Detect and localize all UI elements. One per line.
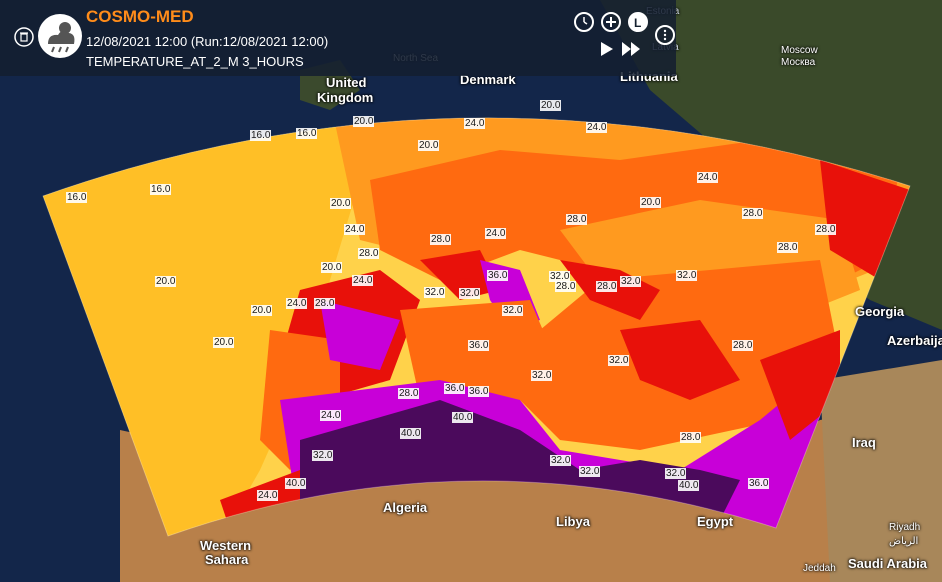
contour-label: 28.0 <box>358 248 380 259</box>
contour-label: 28.0 <box>430 234 452 245</box>
contour-label: 16.0 <box>150 184 172 195</box>
map-label: Algeria <box>383 500 428 515</box>
info-icon[interactable] <box>655 25 675 45</box>
contour-label: 32.0 <box>579 466 601 477</box>
forecast-info-panel: COSMO-MED 12/08/2021 12:00 (Run:12/08/20… <box>0 0 676 76</box>
contour-label: 32.0 <box>676 270 698 281</box>
contour-label: 32.0 <box>459 288 481 299</box>
contour-label: 28.0 <box>555 281 577 292</box>
contour-label: 24.0 <box>344 224 366 235</box>
map-label: Riyadh <box>889 522 921 533</box>
fast-forward-icon[interactable] <box>621 41 641 62</box>
clock-icon[interactable] <box>574 12 594 32</box>
contour-label: 32.0 <box>424 287 446 298</box>
contour-label: 24.0 <box>464 118 486 129</box>
map-label: Jeddah <box>803 563 836 574</box>
contour-label: 32.0 <box>550 455 572 466</box>
svg-text:L: L <box>634 16 641 30</box>
forecast-layer-name: TEMPERATURE_AT_2_M 3_HOURS <box>86 54 304 69</box>
contour-label: 24.0 <box>320 410 342 421</box>
map-label: Libya <box>556 514 590 529</box>
map-label: Western <box>200 538 252 553</box>
contour-label: 20.0 <box>330 198 352 209</box>
contour-label: 24.0 <box>286 298 308 309</box>
contour-label: 28.0 <box>596 281 618 292</box>
contour-label: 20.0 <box>251 305 273 316</box>
map-label: Azerbaija <box>887 333 942 348</box>
contour-label: 28.0 <box>398 388 420 399</box>
contour-label: 20.0 <box>418 140 440 151</box>
zoom-in-icon[interactable] <box>601 12 621 32</box>
contour-label: 24.0 <box>697 172 719 183</box>
land-middle-east <box>820 360 942 582</box>
map-label: United <box>326 75 367 90</box>
contour-label: 36.0 <box>487 270 509 281</box>
contour-label: 32.0 <box>665 468 687 479</box>
contour-label: 36.0 <box>748 478 770 489</box>
play-icon[interactable] <box>599 41 615 62</box>
contour-label: 32.0 <box>312 450 334 461</box>
forecast-datetime: 12/08/2021 12:00 (Run:12/08/2021 12:00) <box>86 34 329 49</box>
contour-label: 32.0 <box>549 271 571 282</box>
contour-label: 36.0 <box>468 340 490 351</box>
contour-label: 24.0 <box>257 490 279 501</box>
contour-label: 28.0 <box>777 242 799 253</box>
legend-icon[interactable]: L <box>628 12 648 32</box>
map-label: Москва <box>781 57 816 68</box>
contour-label: 28.0 <box>742 208 764 219</box>
contour-label: 20.0 <box>540 100 562 111</box>
map-label: الرياض <box>889 536 919 547</box>
contour-label: 28.0 <box>680 432 702 443</box>
contour-label: 32.0 <box>502 305 524 316</box>
contour-label: 24.0 <box>352 275 374 286</box>
model-title: COSMO-MED <box>86 7 194 26</box>
map-label: Saudi Arabia <box>848 556 927 571</box>
contour-label: 20.0 <box>155 276 177 287</box>
contour-label: 16.0 <box>296 128 318 139</box>
contour-label: 32.0 <box>531 370 553 381</box>
contour-label: 40.0 <box>452 412 474 423</box>
contour-label: 28.0 <box>566 214 588 225</box>
map-label: Kingdom <box>317 90 374 105</box>
contour-label: 32.0 <box>608 355 630 366</box>
contour-label: 24.0 <box>485 228 507 239</box>
map-label: Moscow <box>781 45 818 56</box>
contour-label: 36.0 <box>444 383 466 394</box>
contour-label: 40.0 <box>678 480 700 491</box>
contour-label: 32.0 <box>620 276 642 287</box>
contour-label: 28.0 <box>732 340 754 351</box>
contour-label: 40.0 <box>400 428 422 439</box>
contour-label: 20.0 <box>213 337 235 348</box>
contour-label: 40.0 <box>285 478 307 489</box>
map-label: Georgia <box>855 304 905 319</box>
contour-label: 28.0 <box>314 298 336 309</box>
contour-label: 36.0 <box>468 386 490 397</box>
contour-label: 20.0 <box>321 262 343 273</box>
contour-label: 20.0 <box>353 116 375 127</box>
contour-label: 20.0 <box>640 197 662 208</box>
contour-label: 28.0 <box>815 224 837 235</box>
map-label: Sahara <box>205 552 249 567</box>
contour-label: 16.0 <box>250 130 272 141</box>
weather-logo-icon <box>38 14 82 58</box>
contour-label: 16.0 <box>66 192 88 203</box>
map-label: Egypt <box>697 514 734 529</box>
contour-label: 24.0 <box>586 122 608 133</box>
map-label: Iraq <box>852 435 876 450</box>
trash-icon[interactable] <box>14 27 34 47</box>
